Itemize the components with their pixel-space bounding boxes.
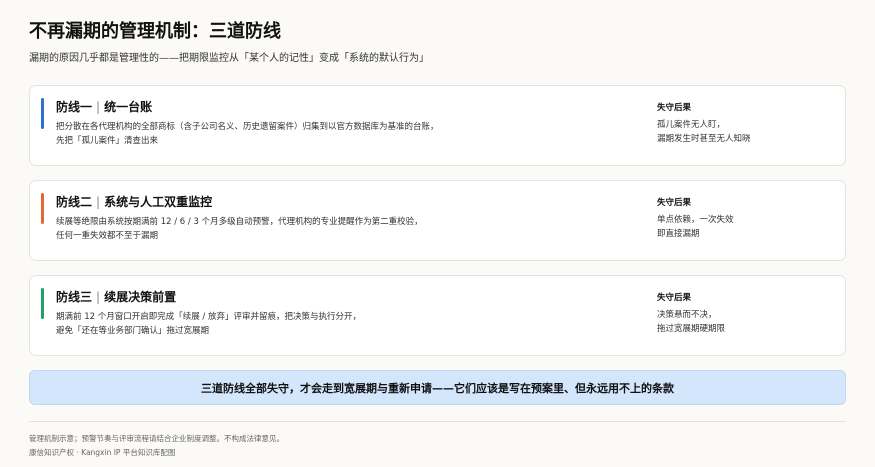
- footer-divider: [29, 421, 846, 422]
- page-subtitle: 漏期的原因几乎都是管理性的——把期限监控从「某个人的记性」变成「系统的默认行为」: [29, 53, 429, 64]
- title-separator: |: [96, 290, 101, 304]
- card-description: 把分散在各代理机构的全部商标（含子公司名义、历史遗留案件）归集到以官方数据库为基…: [56, 120, 616, 148]
- card-title: 防线三 | 续展决策前置: [56, 289, 616, 306]
- card-title-prefix: 防线二: [56, 195, 93, 209]
- summary-banner: 三道防线全部失守，才会走到宽展期与重新申请——它们应该是写在预案里、但永远用不上…: [29, 370, 846, 405]
- defense-card-2: 防线二 | 系统与人工双重监控 续展等绝限由系统按期满前 12 / 6 / 3 个月…: [29, 180, 846, 261]
- consequence-line: 拖过宽展期硬期限: [657, 324, 726, 334]
- consequence-label: 失守后果: [657, 293, 692, 303]
- desc-line: 把分散在各代理机构的全部商标（含子公司名义、历史遗留案件）归集到以官方数据库为基…: [56, 122, 439, 132]
- defense-card-3: 防线三 | 续展决策前置 期满前 12 个月窗口开启即完成「续展 / 放弃」评审并留…: [29, 275, 846, 356]
- card-body: 防线二 | 系统与人工双重监控 续展等绝限由系统按期满前 12 / 6 / 3 个月…: [56, 194, 616, 243]
- card-description: 续展等绝限由系统按期满前 12 / 6 / 3 个月多级自动预警，代理机构的专业…: [56, 215, 616, 243]
- consequence-line: 决策悬而不决，: [657, 310, 717, 320]
- card-title-main: 系统与人工双重监控: [104, 195, 213, 209]
- consequence-text: 单点依赖，一次失效 即直接漏期: [657, 213, 837, 241]
- page-title: 不再漏期的管理机制：三道防线: [29, 21, 281, 42]
- card-title-prefix: 防线三: [56, 290, 93, 304]
- card-title-main: 统一台账: [104, 100, 153, 114]
- card-body: 防线三 | 续展决策前置 期满前 12 个月窗口开启即完成「续展 / 放弃」评审并留…: [56, 289, 616, 338]
- footer: 管理机制示意；预警节奏与评审流程请结合企业制度调整。不构成法律意见。 康信知识产…: [29, 432, 846, 460]
- consequence-text: 决策悬而不决， 拖过宽展期硬期限: [657, 308, 837, 336]
- consequence-line: 漏期发生时甚至无人知晓: [657, 134, 751, 144]
- consequence-line: 单点依赖，一次失效: [657, 215, 734, 225]
- card-title: 防线二 | 系统与人工双重监控: [56, 194, 616, 211]
- accent-bar-3: [41, 288, 44, 319]
- defense-cards: 防线一 | 统一台账 把分散在各代理机构的全部商标（含子公司名义、历史遗留案件）归集…: [29, 85, 846, 356]
- consequence-line: 孤儿案件无人盯，: [657, 120, 726, 130]
- card-body: 防线一 | 统一台账 把分散在各代理机构的全部商标（含子公司名义、历史遗留案件）归集…: [56, 99, 616, 148]
- consequence-label: 失守后果: [657, 198, 692, 208]
- consequence-line: 即直接漏期: [657, 229, 700, 239]
- footer-credit: 康信知识产权 · Kangxin IP 平台知识库配图: [29, 448, 176, 457]
- card-consequence: 失守后果 孤儿案件无人盯， 漏期发生时甚至无人知晓: [657, 102, 837, 146]
- card-title-main: 续展决策前置: [104, 290, 177, 304]
- desc-line: 先把「孤儿案件」清查出来: [56, 136, 159, 146]
- accent-bar-1: [41, 98, 44, 129]
- consequence-text: 孤儿案件无人盯， 漏期发生时甚至无人知晓: [657, 118, 837, 146]
- card-consequence: 失守后果 决策悬而不决， 拖过宽展期硬期限: [657, 292, 837, 336]
- card-title: 防线一 | 统一台账: [56, 99, 616, 116]
- card-description: 期满前 12 个月窗口开启即完成「续展 / 放弃」评审并留痕，把决策与执行分开，…: [56, 310, 616, 338]
- footer-disclaimer: 管理机制示意；预警节奏与评审流程请结合企业制度调整。不构成法律意见。: [29, 434, 284, 443]
- desc-line: 续展等绝限由系统按期满前 12 / 6 / 3 个月多级自动预警，代理机构的专业…: [56, 217, 423, 227]
- desc-line: 期满前 12 个月窗口开启即完成「续展 / 放弃」评审并留痕，把决策与执行分开，: [56, 312, 361, 322]
- accent-bar-2: [41, 193, 44, 224]
- card-title-prefix: 防线一: [56, 100, 93, 114]
- page: 不再漏期的管理机制：三道防线 漏期的原因几乎都是管理性的——把期限监控从「某个人…: [0, 0, 875, 467]
- title-separator: |: [96, 195, 101, 209]
- title-separator: |: [96, 100, 101, 114]
- desc-line: 任何一重失效都不至于漏期: [56, 231, 159, 241]
- defense-card-1: 防线一 | 统一台账 把分散在各代理机构的全部商标（含子公司名义、历史遗留案件）归集…: [29, 85, 846, 166]
- desc-line: 避免「还在等业务部门确认」拖过宽展期: [56, 326, 210, 336]
- consequence-label: 失守后果: [657, 103, 692, 113]
- card-consequence: 失守后果 单点依赖，一次失效 即直接漏期: [657, 197, 837, 241]
